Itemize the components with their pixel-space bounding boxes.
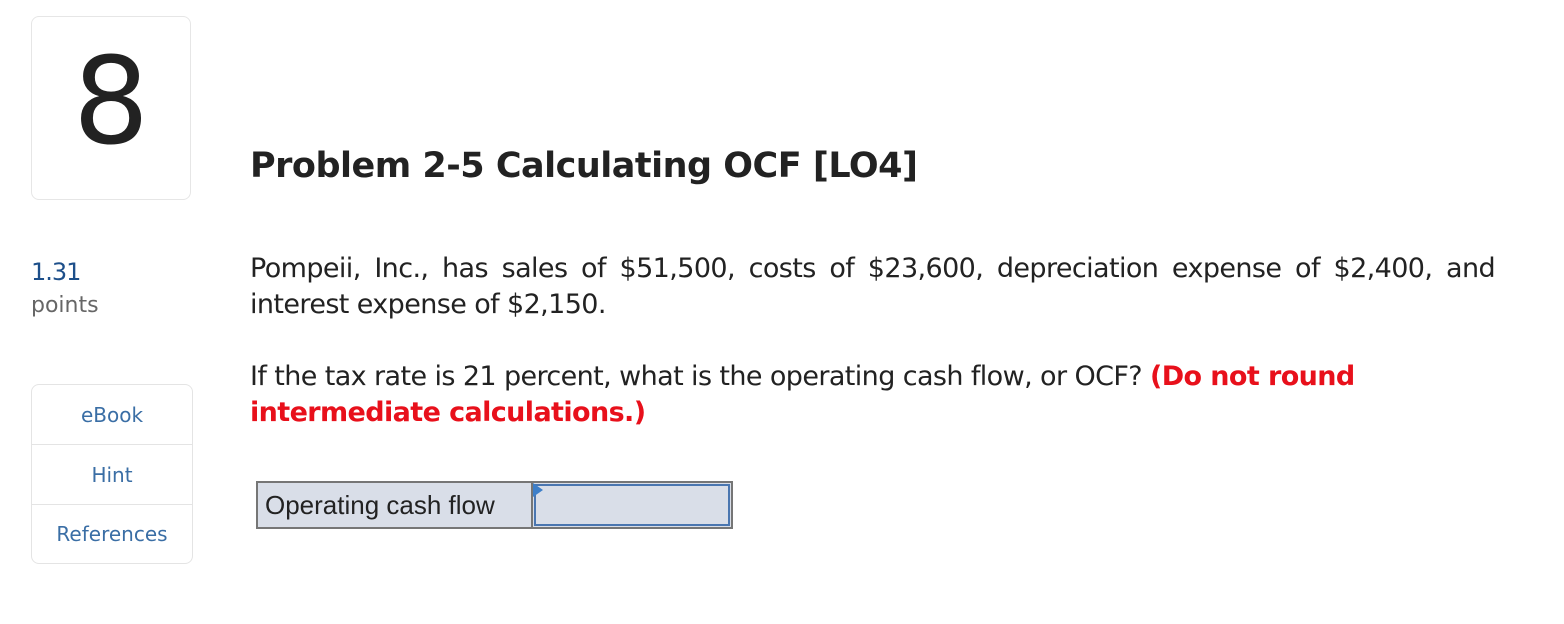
question-number: 8 xyxy=(72,33,150,172)
answer-cell xyxy=(531,481,733,529)
problem-question: If the tax rate is 21 percent, what is t… xyxy=(250,359,1450,431)
problem-title: Problem 2-5 Calculating OCF [LO4] xyxy=(250,146,918,186)
hint-button[interactable]: Hint xyxy=(32,445,192,505)
references-button[interactable]: References xyxy=(32,505,192,563)
flag-triangle-icon xyxy=(533,483,543,497)
problem-statement: Pompeii, Inc., has sales of $51,500, cos… xyxy=(250,253,1496,320)
points-label: points xyxy=(31,293,99,318)
question-text: If the tax rate is 21 percent, what is t… xyxy=(250,361,1143,392)
answer-input-wrapper xyxy=(534,484,730,526)
points-value: 1.31 xyxy=(31,258,81,286)
ebook-button[interactable]: eBook xyxy=(32,385,192,445)
resources-panel: eBook Hint References xyxy=(31,384,193,564)
operating-cash-flow-input[interactable] xyxy=(536,486,728,524)
answer-table: Operating cash flow xyxy=(256,481,733,529)
answer-label: Operating cash flow xyxy=(256,481,533,529)
answer-row: Operating cash flow xyxy=(256,481,733,529)
question-number-box: 8 xyxy=(31,16,191,200)
